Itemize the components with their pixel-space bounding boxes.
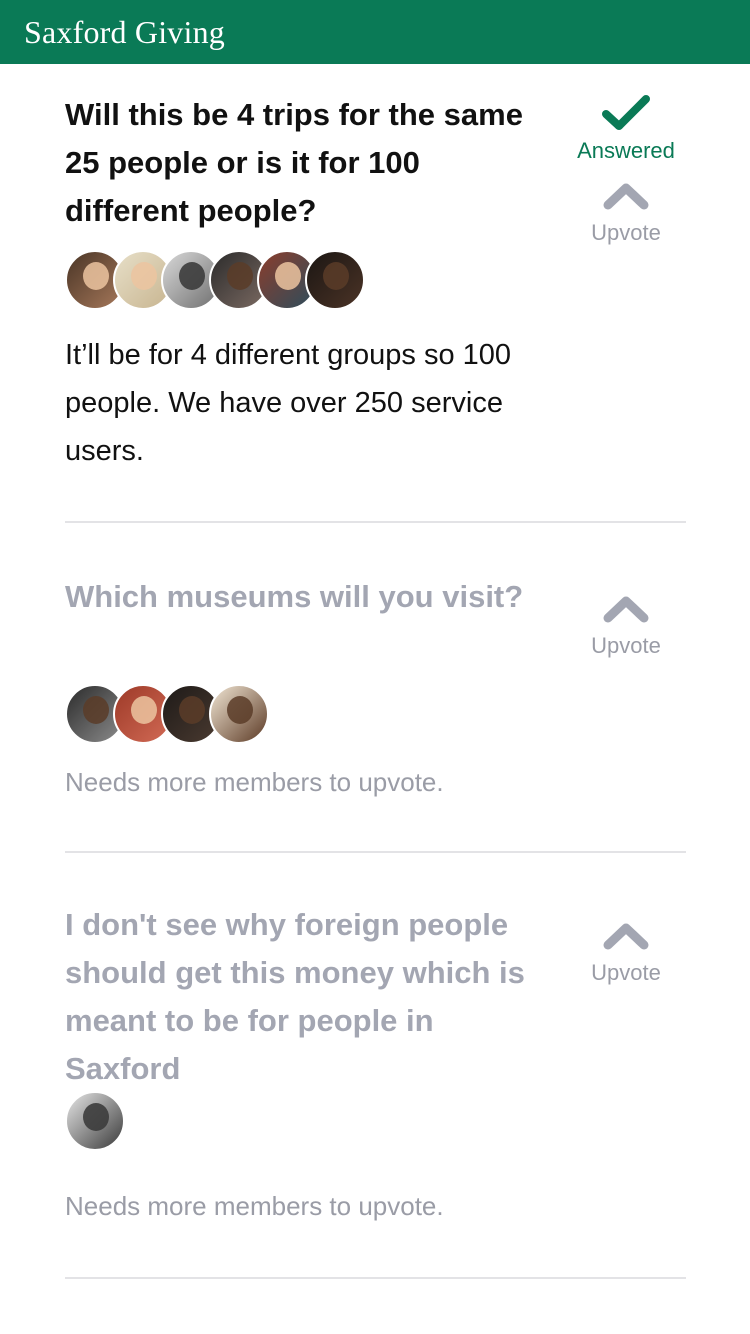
voter-avatars (65, 250, 365, 310)
chevron-up-icon (602, 180, 650, 210)
upvote-label: Upvote (591, 960, 661, 985)
app-header: Saxford Giving (0, 0, 750, 64)
question-text: Which museums will you visit? (65, 579, 524, 614)
upvote-note: Needs more members to upvote. (65, 767, 444, 797)
voter-avatars (65, 1091, 125, 1151)
questions-feed: Will this be 4 trips for the same 25 peo… (0, 64, 750, 1279)
upvote-button[interactable]: Upvote (591, 180, 661, 246)
avatar (305, 250, 365, 310)
question-item: Will this be 4 trips for the same 25 peo… (65, 64, 686, 523)
answered-label: Answered (577, 138, 675, 163)
upvote-label: Upvote (591, 220, 661, 245)
answered-badge: Answered (577, 94, 675, 164)
avatar (209, 684, 269, 744)
chevron-up-icon (602, 593, 650, 623)
question-text: Will this be 4 trips for the same 25 peo… (65, 97, 523, 228)
avatar (65, 1091, 125, 1151)
upvote-note: Needs more members to upvote. (65, 1191, 444, 1221)
question-item: I don't see why foreign people should ge… (65, 853, 686, 1279)
app-title: Saxford Giving (24, 13, 226, 50)
question-actions: Answered Upvote (556, 94, 696, 246)
question-text: I don't see why foreign people should ge… (65, 907, 525, 1086)
check-icon (601, 94, 651, 132)
answer-text: It’ll be for 4 different groups so 100 p… (65, 339, 512, 467)
upvote-button[interactable]: Upvote (591, 593, 661, 659)
upvote-button[interactable]: Upvote (591, 920, 661, 986)
question-actions: Upvote (556, 593, 696, 659)
upvote-label: Upvote (591, 633, 661, 658)
voter-avatars (65, 684, 269, 744)
question-item: Which museums will you visit? Needs more… (65, 523, 686, 853)
chevron-up-icon (602, 920, 650, 950)
question-actions: Upvote (556, 920, 696, 986)
